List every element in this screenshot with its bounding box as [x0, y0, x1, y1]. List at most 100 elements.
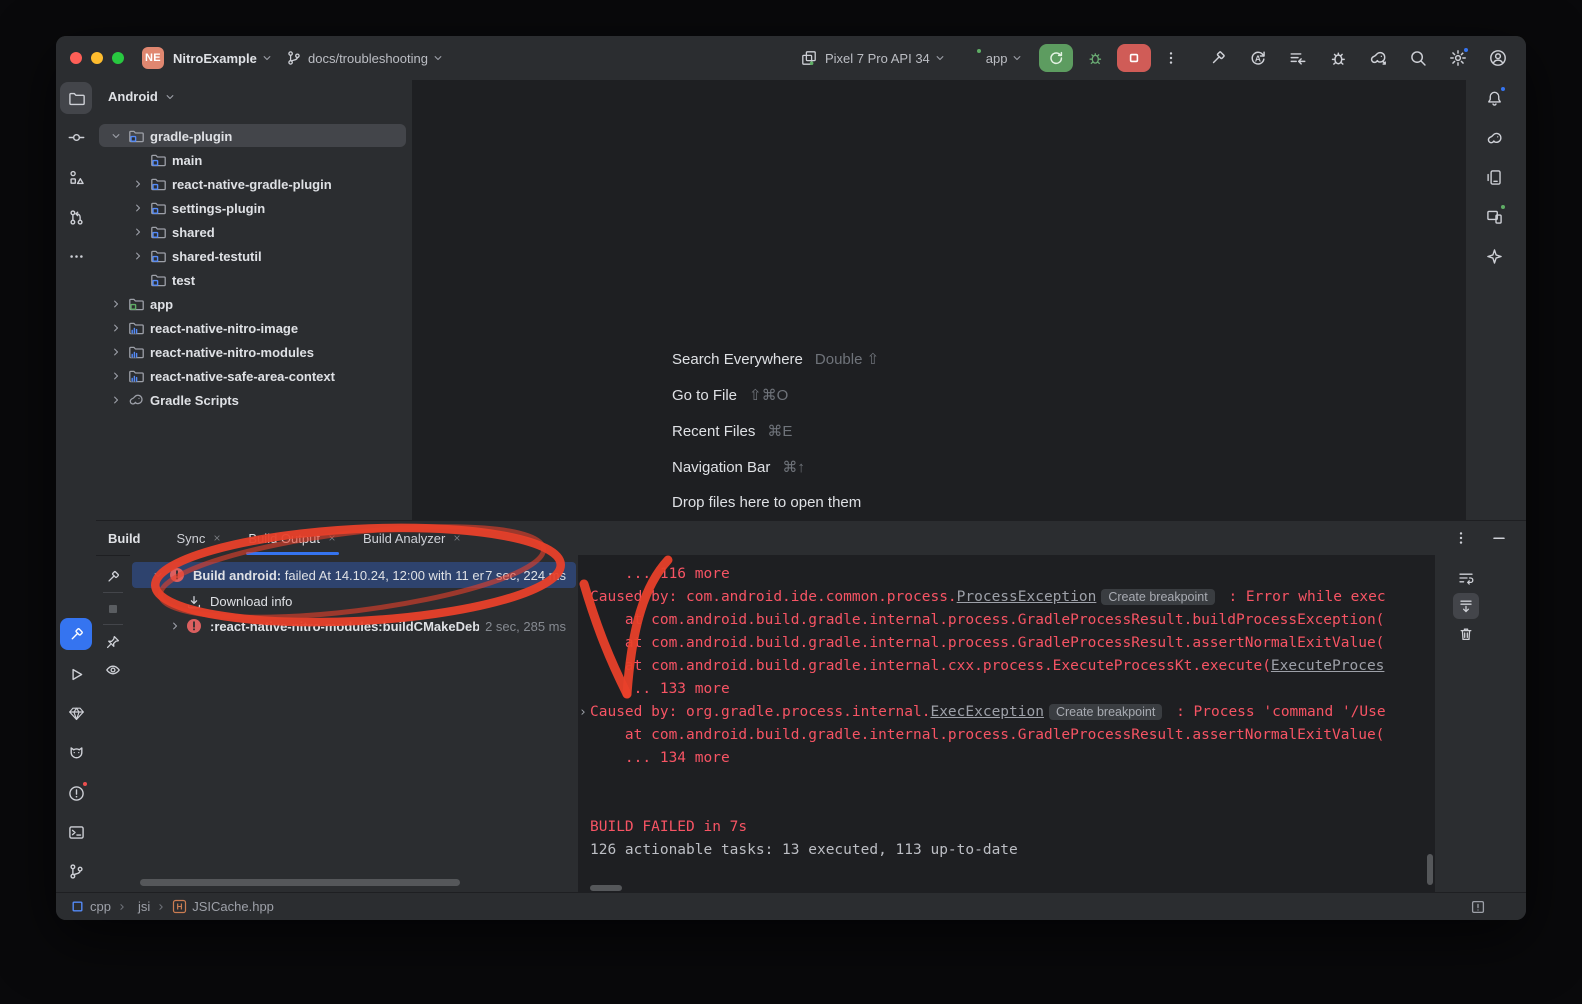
minimize-window-button[interactable]	[91, 52, 103, 64]
chevron-down-icon	[432, 52, 444, 64]
run-more-options-button[interactable]	[1157, 44, 1185, 72]
search-button[interactable]	[1404, 44, 1432, 72]
close-window-button[interactable]	[70, 52, 82, 64]
more-vertical-icon	[1163, 50, 1179, 66]
commit-icon	[68, 129, 85, 146]
gemini-sparkle-tool-button[interactable]	[1478, 240, 1510, 272]
status-notifications-button[interactable]	[1464, 893, 1492, 921]
console-line	[578, 770, 1434, 793]
stacktrace-link[interactable]: ExecException	[930, 704, 1044, 720]
scroll-to-end-button[interactable]	[1453, 593, 1479, 619]
structure-tool-button[interactable]	[60, 161, 92, 193]
project-view-selector[interactable]: Android	[108, 89, 176, 104]
tab-label: Sync	[177, 531, 206, 546]
rebuild-hammer-button[interactable]	[101, 565, 125, 589]
settings-button[interactable]	[1444, 44, 1472, 72]
device-name[interactable]: Pixel 7 Pro API 34	[825, 51, 930, 66]
git-branch-icon	[286, 50, 302, 66]
close-icon[interactable]	[212, 533, 222, 543]
project-tree-item-react-native-nitro-modules[interactable]: react-native-nitro-modules	[96, 340, 408, 364]
pin-button[interactable]	[101, 630, 125, 654]
build-tree-row[interactable]: :react-native-nitro-modules:buildCMakeDe…	[130, 614, 578, 638]
profile-button[interactable]	[1484, 44, 1512, 72]
tab-build-output[interactable]: Build Output	[248, 521, 337, 555]
tab-sync[interactable]: Sync	[177, 521, 223, 555]
apply-code-changes-button[interactable]	[1284, 44, 1312, 72]
commit-tool-button[interactable]	[60, 121, 92, 153]
rerun-app-button[interactable]	[1039, 44, 1073, 72]
chevron-down-icon[interactable]	[934, 52, 946, 64]
shortcut-label: Navigation Bar	[672, 459, 770, 476]
project-tree-item-app[interactable]: app	[96, 292, 408, 316]
breadcrumb-item[interactable]: jsi	[133, 899, 150, 914]
project-tree-item-shared[interactable]: shared	[96, 220, 408, 244]
project-selector[interactable]: NE NitroExample	[142, 36, 273, 80]
project-tree-item-react-native-gradle-plugin[interactable]: react-native-gradle-plugin	[96, 172, 408, 196]
app-insights-gem-tool-button[interactable]	[60, 697, 92, 729]
notifications-bell-tool-button[interactable]	[1478, 82, 1510, 114]
chevron-down-icon	[110, 130, 122, 142]
create-breakpoint-hint[interactable]: Create breakpoint	[1049, 704, 1162, 720]
console-text: at com.android.build.gradle.internal.pro…	[590, 727, 1384, 743]
vertical-scrollbar[interactable]	[1427, 854, 1433, 885]
stop-app-button[interactable]	[1117, 44, 1151, 72]
attach-debugger-button[interactable]	[1324, 44, 1352, 72]
project-tree-item-Gradle Scripts[interactable]: Gradle Scripts	[96, 388, 408, 412]
stacktrace-link[interactable]: ProcessException	[957, 589, 1097, 605]
vcs-branch-selector[interactable]: docs/troubleshooting	[286, 36, 444, 80]
problems-tool-button[interactable]	[60, 777, 92, 809]
project-tree-item-settings-plugin[interactable]: settings-plugin	[96, 196, 408, 220]
build-tree-row[interactable]: Download info	[130, 590, 578, 613]
close-icon[interactable]	[327, 533, 337, 543]
rerun-tests-button[interactable]: A	[1244, 44, 1272, 72]
debug-app-button[interactable]	[1081, 44, 1109, 72]
breadcrumb-item[interactable]: HJSICache.hpp	[172, 899, 274, 914]
logcat-cat-tool-button[interactable]	[60, 737, 92, 769]
app-module-icon	[128, 296, 144, 312]
hide-icon	[1491, 530, 1507, 546]
build-row-label-text: Download info	[210, 594, 292, 609]
project-tree-item-shared-testutil[interactable]: shared-testutil	[96, 244, 408, 268]
editor-area: Search EverywhereDouble ⇧Go to File⇧⌘ORe…	[412, 80, 1466, 520]
more-vertical-button[interactable]	[1450, 527, 1472, 549]
preview-eye-button[interactable]	[101, 658, 125, 682]
running-devices-tool-button[interactable]	[1478, 200, 1510, 232]
project-tree-item-main[interactable]: main	[96, 148, 408, 172]
project-tool-window: Android gradle-pluginmainreact-native-gr…	[96, 80, 413, 520]
empty-editor-shortcuts: Search EverywhereDouble ⇧Go to File⇧⌘ORe…	[672, 350, 879, 530]
project-folder-tool-button[interactable]	[60, 82, 92, 114]
clear-all-icon	[1458, 626, 1474, 642]
project-tree-item-gradle-plugin[interactable]: gradle-plugin	[96, 124, 408, 148]
close-icon[interactable]	[452, 533, 462, 543]
create-breakpoint-hint[interactable]: Create breakpoint	[1101, 589, 1214, 605]
hide-button[interactable]	[1488, 527, 1510, 549]
horizontal-scrollbar[interactable]	[140, 879, 460, 886]
maximize-window-button[interactable]	[112, 52, 124, 64]
project-tree-item-react-native-nitro-image[interactable]: react-native-nitro-image	[96, 316, 408, 340]
build-hammer-button[interactable]	[1204, 44, 1232, 72]
pull-requests-tool-button[interactable]	[60, 201, 92, 233]
gradle-elephant-tool-button[interactable]	[1478, 122, 1510, 154]
run-config-name[interactable]: app	[986, 51, 1008, 66]
console-horizontal-scrollbar[interactable]	[590, 885, 622, 891]
project-tree-item-react-native-safe-area-context[interactable]: react-native-safe-area-context	[96, 364, 408, 388]
build-tree-row[interactable]: Build android: failed At 14.10.24, 12:00…	[130, 562, 578, 588]
breadcrumb-item[interactable]: cpp	[70, 899, 111, 914]
build-console[interactable]: ... 116 moreCaused by: com.android.ide.c…	[578, 555, 1434, 894]
git-branch-tool-button[interactable]	[60, 855, 92, 887]
chevron-down-icon[interactable]	[1011, 52, 1023, 64]
gradle-sync-button[interactable]	[1364, 44, 1392, 72]
soft-wrap-button[interactable]	[1453, 565, 1479, 591]
console-toolbar	[1434, 555, 1526, 894]
terminal-tool-button[interactable]	[60, 816, 92, 848]
stop-square-button[interactable]	[101, 597, 125, 621]
stacktrace-link[interactable]: ExecuteProces	[1271, 658, 1385, 674]
tab-build-analyzer[interactable]: Build Analyzer	[363, 521, 462, 555]
clear-all-button[interactable]	[1453, 621, 1479, 647]
project-tree-item-test[interactable]: test	[96, 268, 408, 292]
expand-chevron-icon[interactable]: ›	[579, 701, 587, 724]
build-hammer-tool-button[interactable]	[60, 618, 92, 650]
device-manager-tool-button[interactable]	[1478, 161, 1510, 193]
run-play-tool-button[interactable]	[60, 658, 92, 690]
more-tools-tool-button[interactable]	[60, 240, 92, 272]
